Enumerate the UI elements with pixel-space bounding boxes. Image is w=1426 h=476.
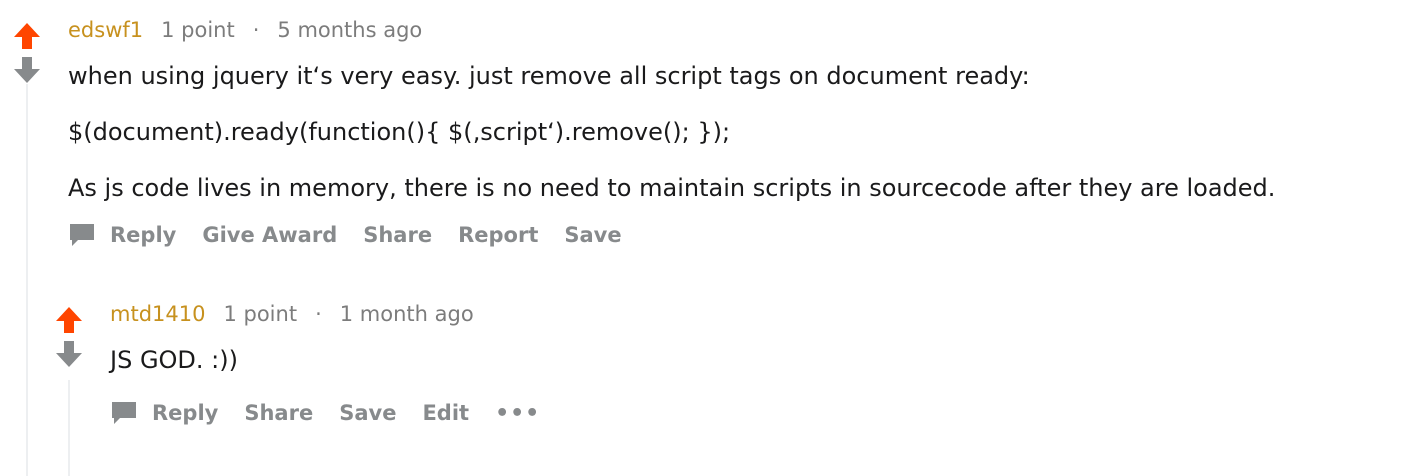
share-button[interactable]: Share (244, 401, 313, 425)
comment-meta: edswf1 1 point · 5 months ago (68, 18, 422, 42)
timestamp-link[interactable]: 5 months ago (277, 18, 422, 42)
comment-body-line-1: when using jquery it‘s very easy. just r… (68, 62, 1030, 90)
points-count: 1 point (161, 18, 235, 42)
meta-separator: · (252, 18, 260, 42)
upvote-arrow-icon[interactable] (12, 18, 42, 54)
speech-bubble-icon (68, 222, 96, 248)
comment-meta: mtd1410 1 point · 1 month ago (110, 302, 474, 326)
save-button[interactable]: Save (564, 223, 621, 247)
reply-label: Reply (110, 223, 177, 247)
vote-column-1 (10, 18, 44, 88)
share-button[interactable]: Share (363, 223, 432, 247)
downvote-arrow-icon[interactable] (12, 52, 42, 88)
reply-button[interactable]: Reply (110, 400, 218, 426)
reply-button[interactable]: Reply (68, 222, 176, 248)
author-link[interactable]: edswf1 (68, 18, 143, 42)
speech-bubble-icon (110, 400, 138, 426)
points-count: 1 point (223, 302, 298, 326)
reply-label: Reply (152, 401, 219, 425)
meta-separator: · (315, 302, 322, 326)
upvote-arrow-icon[interactable] (54, 302, 84, 338)
comment-body-line-2: $(document).ready(function(){ $(‚script‘… (68, 118, 731, 146)
comment-body-line-1: JS GOD. :)) (110, 346, 238, 374)
author-link[interactable]: mtd1410 (110, 302, 205, 326)
thread-line-1[interactable] (26, 84, 28, 476)
comment-actions: Reply Give Award Share Report Save (68, 222, 648, 248)
downvote-arrow-icon[interactable] (54, 336, 84, 372)
comment-actions: Reply Share Save Edit ••• (110, 400, 540, 426)
give-award-button[interactable]: Give Award (202, 223, 337, 247)
thread-line-2[interactable] (68, 380, 70, 476)
more-options-icon[interactable]: ••• (495, 401, 540, 426)
vote-column-2 (52, 302, 86, 372)
edit-button[interactable]: Edit (422, 401, 469, 425)
report-button[interactable]: Report (458, 223, 538, 247)
comment-body-line-3: As js code lives in memory, there is no … (68, 174, 1276, 202)
timestamp-link[interactable]: 1 month ago (340, 302, 474, 326)
save-button[interactable]: Save (339, 401, 396, 425)
